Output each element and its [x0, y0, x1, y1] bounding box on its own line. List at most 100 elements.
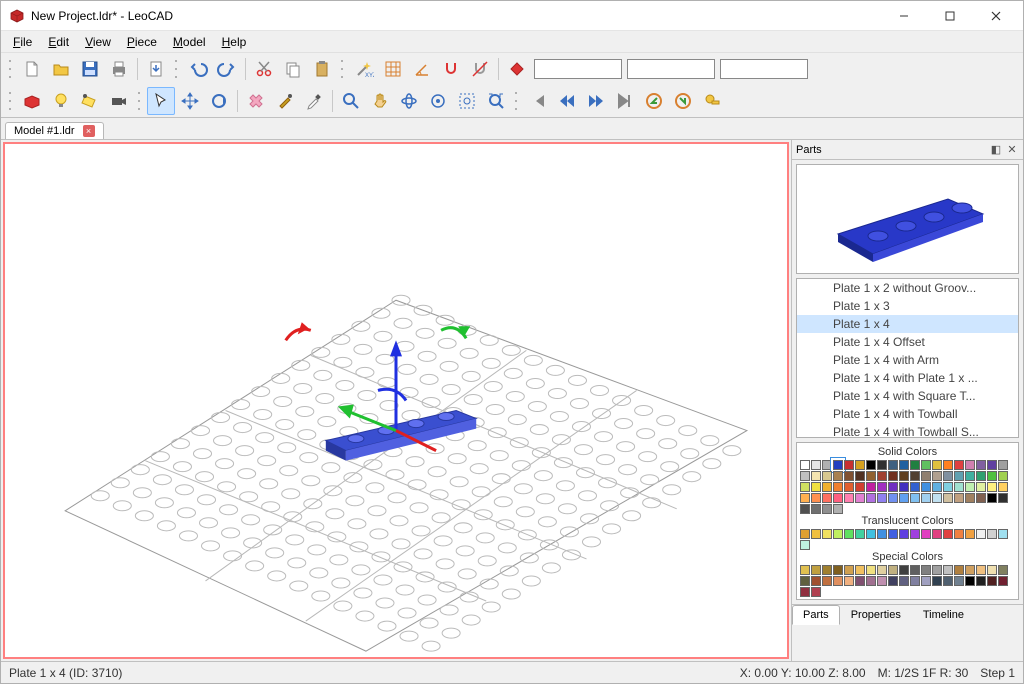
color-swatch[interactable] [943, 529, 953, 539]
next-step-button[interactable] [582, 87, 610, 115]
color-swatch[interactable] [822, 576, 832, 586]
color-swatch[interactable] [899, 482, 909, 492]
remove-step-button[interactable] [669, 87, 697, 115]
part-list-row[interactable]: Plate 1 x 4 with Towball S... [797, 423, 1018, 438]
document-tab[interactable]: Model #1.ldr × [5, 122, 104, 139]
color-swatch[interactable] [888, 565, 898, 575]
color-swatch[interactable] [987, 529, 997, 539]
color-swatch[interactable] [877, 482, 887, 492]
undo-button[interactable] [184, 55, 212, 83]
maximize-button[interactable] [927, 1, 973, 31]
color-swatch[interactable] [943, 493, 953, 503]
color-swatch[interactable] [932, 471, 942, 481]
color-swatch[interactable] [910, 471, 920, 481]
color-swatch[interactable] [921, 565, 931, 575]
viewport-3d[interactable] [3, 142, 789, 659]
color-swatch[interactable] [877, 460, 887, 470]
toolbar-grip[interactable] [8, 57, 14, 81]
tab-parts[interactable]: Parts [792, 605, 840, 625]
color-swatch[interactable] [943, 482, 953, 492]
part-list-row[interactable]: Plate 1 x 4 [797, 315, 1018, 333]
color-swatch[interactable] [954, 460, 964, 470]
color-swatch[interactable] [844, 565, 854, 575]
color-swatch[interactable] [987, 565, 997, 575]
color-swatch[interactable] [976, 493, 986, 503]
color-swatch[interactable] [844, 493, 854, 503]
grid-snap-button[interactable] [379, 55, 407, 83]
orbit-tool-button[interactable] [395, 87, 423, 115]
transform-x-input[interactable] [534, 59, 622, 79]
insert-step-button[interactable] [640, 87, 668, 115]
color-swatch[interactable] [943, 565, 953, 575]
color-swatch[interactable] [855, 471, 865, 481]
tab-properties[interactable]: Properties [840, 605, 912, 625]
color-swatch[interactable] [800, 482, 810, 492]
color-swatch[interactable] [932, 482, 942, 492]
color-swatch[interactable] [822, 471, 832, 481]
color-swatch[interactable] [899, 471, 909, 481]
spotlight-button[interactable] [76, 87, 104, 115]
color-swatch[interactable] [800, 504, 810, 514]
close-button[interactable] [973, 1, 1019, 31]
color-swatch[interactable] [910, 576, 920, 586]
color-swatch[interactable] [822, 504, 832, 514]
color-swatch[interactable] [899, 565, 909, 575]
color-swatch[interactable] [987, 471, 997, 481]
color-swatch[interactable] [943, 471, 953, 481]
color-swatch[interactable] [800, 540, 810, 550]
close-panel-icon[interactable]: ✕ [1005, 143, 1019, 157]
move-tool-button[interactable] [176, 87, 204, 115]
color-swatch[interactable] [987, 482, 997, 492]
color-swatch[interactable] [888, 460, 898, 470]
color-swatch[interactable] [888, 482, 898, 492]
color-swatch[interactable] [976, 460, 986, 470]
color-swatch[interactable] [921, 482, 931, 492]
color-swatch[interactable] [954, 482, 964, 492]
zoom-region-button[interactable] [453, 87, 481, 115]
eyedropper-tool-button[interactable] [300, 87, 328, 115]
color-swatch[interactable] [833, 576, 843, 586]
parts-list[interactable]: Plate 1 x 2 without Groov...Plate 1 x 3P… [796, 278, 1019, 438]
color-swatch[interactable] [844, 471, 854, 481]
last-step-button[interactable] [611, 87, 639, 115]
color-swatch[interactable] [855, 482, 865, 492]
color-swatch[interactable] [822, 529, 832, 539]
color-swatch[interactable] [888, 529, 898, 539]
color-swatch[interactable] [844, 482, 854, 492]
transform-z-input[interactable] [720, 59, 808, 79]
color-swatch[interactable] [998, 565, 1008, 575]
color-swatch[interactable] [811, 576, 821, 586]
color-swatch[interactable] [998, 529, 1008, 539]
color-swatch[interactable] [822, 482, 832, 492]
color-swatch[interactable] [998, 471, 1008, 481]
color-swatch[interactable] [910, 565, 920, 575]
color-swatch[interactable] [932, 460, 942, 470]
snap-off-button[interactable] [466, 55, 494, 83]
camera-button[interactable] [105, 87, 133, 115]
insert-piece-button[interactable] [18, 87, 46, 115]
color-swatch[interactable] [987, 576, 997, 586]
color-swatch[interactable] [866, 460, 876, 470]
color-swatch[interactable] [921, 576, 931, 586]
color-swatch[interactable] [833, 471, 843, 481]
color-swatch[interactable] [965, 471, 975, 481]
pan-tool-button[interactable] [366, 87, 394, 115]
color-swatch[interactable] [910, 482, 920, 492]
color-swatch[interactable] [899, 493, 909, 503]
part-list-row[interactable]: Plate 1 x 2 without Groov... [797, 279, 1018, 297]
color-swatch[interactable] [976, 565, 986, 575]
toolbar-grip[interactable] [137, 89, 143, 113]
color-swatch[interactable] [877, 565, 887, 575]
color-swatch[interactable] [866, 529, 876, 539]
color-swatch[interactable] [844, 529, 854, 539]
color-swatch[interactable] [965, 529, 975, 539]
color-swatch[interactable] [888, 471, 898, 481]
color-swatch[interactable] [899, 576, 909, 586]
color-swatch[interactable] [987, 460, 997, 470]
color-swatch[interactable] [833, 493, 843, 503]
menu-model[interactable]: Model [165, 33, 214, 51]
color-swatch[interactable] [800, 565, 810, 575]
menu-help[interactable]: Help [214, 33, 255, 51]
color-swatch[interactable] [976, 576, 986, 586]
color-swatch[interactable] [811, 482, 821, 492]
